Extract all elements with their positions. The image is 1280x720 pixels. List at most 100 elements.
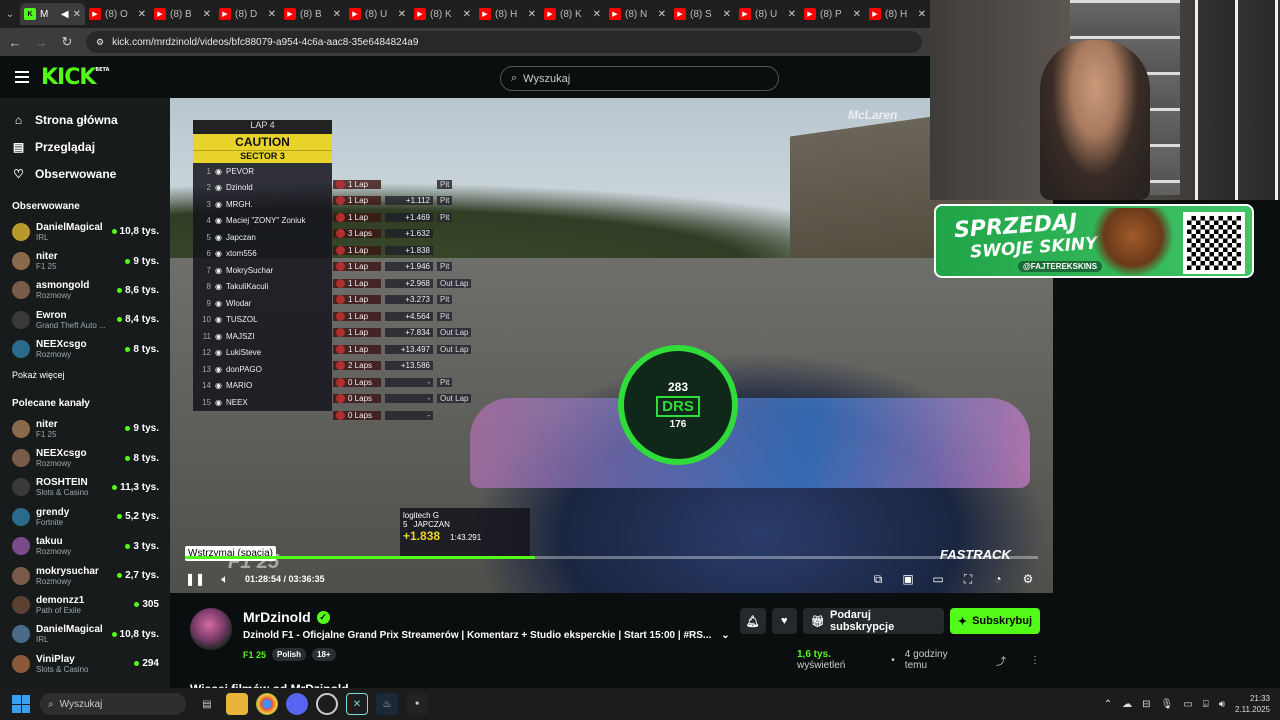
video-player[interactable]: McLaren 283 DRS 176 LAP 4 CAUTION SECTOR… <box>170 98 1053 593</box>
close-icon[interactable]: ✕ <box>723 9 731 20</box>
task-view-icon[interactable]: ▤ <box>196 693 218 715</box>
browser-tab[interactable]: ▶ (8) S ✕ <box>670 3 735 25</box>
kick-logo[interactable]: KICK BETA <box>41 65 109 90</box>
volume-icon[interactable]: 🔊︎ <box>1219 699 1225 710</box>
url-field[interactable]: ⚙ kick.com/mrdzinold/videos/bfc88079-a95… <box>86 31 922 53</box>
mute-icon[interactable]: ◀ <box>61 9 69 20</box>
reload-icon[interactable]: ↻ <box>60 34 74 50</box>
nav-item[interactable]: ▤ Przeglądaj <box>0 133 170 160</box>
close-icon[interactable]: ✕ <box>268 9 276 20</box>
forward-icon[interactable]: → <box>34 35 48 50</box>
close-icon[interactable]: ✕ <box>203 9 211 20</box>
clip-icon[interactable]: ⧉ <box>868 570 888 588</box>
browser-tab[interactable]: ▶ (8) D ✕ <box>215 3 280 25</box>
search-input[interactable]: ⌕ Wyszukaj <box>500 66 779 91</box>
share-icon[interactable]: ⤴ <box>996 653 1006 668</box>
close-icon[interactable]: ✕ <box>463 9 471 20</box>
usb-icon[interactable]: ⊟ <box>1142 699 1150 710</box>
close-icon[interactable]: ✕ <box>528 9 536 20</box>
browser-tab[interactable]: ▶ (8) U ✕ <box>735 3 800 25</box>
channel-item[interactable]: mokrysuchar Rozmowy 2,7 tys. <box>0 561 170 590</box>
menu-icon[interactable] <box>15 71 29 83</box>
taskbar-search[interactable]: ⌕ Wyszukaj <box>40 693 186 715</box>
chevron-up-icon[interactable]: ⌃ <box>1104 699 1112 710</box>
steam-icon[interactable]: ♨ <box>376 693 398 715</box>
channel-item[interactable]: grendy Fortnite 5,2 tys. <box>0 502 170 531</box>
chevron-down-icon[interactable]: ⌄ <box>721 630 729 641</box>
channel-item[interactable]: Ewron Grand Theft Auto ... 8,4 tys. <box>0 305 170 334</box>
channel-item[interactable]: takuu Rozmowy 3 tys. <box>0 532 170 561</box>
close-icon[interactable]: ✕ <box>593 9 601 20</box>
notification-bell-button[interactable]: 🔔︎ <box>740 608 766 634</box>
app-icon-2[interactable]: ■ <box>406 693 428 715</box>
channel-item[interactable]: demonzz1 Path of Exile 305 <box>0 590 170 619</box>
close-icon[interactable]: ✕ <box>918 9 926 20</box>
follow-button[interactable]: ♥ <box>771 608 798 634</box>
streamer-avatar[interactable] <box>190 608 232 650</box>
channel-item[interactable]: asmongold Rozmowy 8,6 tys. <box>0 276 170 305</box>
back-icon[interactable]: ← <box>8 35 22 50</box>
speed-icon[interactable]: ◔ <box>988 570 1008 588</box>
close-icon[interactable]: ✕ <box>333 9 341 20</box>
fullscreen-icon[interactable]: ⛶ <box>958 570 978 588</box>
tab-search-icon[interactable]: ⌄ <box>0 0 20 28</box>
close-icon[interactable]: ✕ <box>73 9 81 20</box>
nav-item[interactable]: ⌂ Strona główna <box>0 106 170 133</box>
browser-tab[interactable]: ▶ (8) U ✕ <box>345 3 410 25</box>
progress-bar[interactable] <box>185 556 1038 559</box>
nav-item[interactable]: ♡ Obserwowane <box>0 160 170 187</box>
channel-item[interactable]: ViniPlay Slots & Casino 294 <box>0 649 170 678</box>
pause-button[interactable]: ❚❚ <box>185 570 205 588</box>
browser-tab[interactable]: ▶ (8) O ✕ <box>85 3 150 25</box>
close-icon[interactable]: ✕ <box>138 9 146 20</box>
discord-icon[interactable] <box>286 693 308 715</box>
browser-tab[interactable]: ▶ (8) K ✕ <box>410 3 475 25</box>
site-info-icon[interactable]: ⚙ <box>96 37 104 48</box>
channel-item[interactable]: NEEXcsgo Rozmowy 8 tys. <box>0 335 170 364</box>
system-tray: ⌃ ☁ ⊟ 🎙︎ ▭ ⌸ 🔊︎ 21:33 2.11.2025 <box>1104 693 1280 715</box>
subscribe-button[interactable]: ✦ Subskrybuj <box>949 608 1040 634</box>
show-more-link[interactable]: Pokaż więcej <box>0 370 170 384</box>
network-icon[interactable]: ⌸ <box>1203 699 1209 710</box>
close-icon[interactable]: ✕ <box>788 9 796 20</box>
volume-icon[interactable]: 🔈︎ <box>215 570 235 588</box>
tag-language[interactable]: Polish <box>272 648 307 661</box>
channel-item[interactable]: DanielMagical IRL 10,8 tys. <box>0 620 170 649</box>
channel-item[interactable]: ROSHTEIN Slots & Casino 11,3 tys. <box>0 473 170 502</box>
browser-tab[interactable]: ▶ (8) P ✕ <box>800 3 865 25</box>
clock[interactable]: 21:33 2.11.2025 <box>1235 693 1270 715</box>
browser-tab[interactable]: ▶ (8) B ✕ <box>280 3 345 25</box>
channel-item[interactable]: DanielMagical IRL 10,8 tys. <box>0 217 170 246</box>
microphone-icon[interactable]: 🎙︎ <box>1161 699 1174 710</box>
file-explorer-icon[interactable] <box>226 693 248 715</box>
cloud-icon[interactable]: ☁ <box>1122 699 1132 710</box>
verified-icon: ✓ <box>316 610 330 624</box>
theater-mode-icon[interactable]: ▭ <box>928 570 948 588</box>
browser-tab[interactable]: ▶ (8) K ✕ <box>540 3 605 25</box>
browser-tab[interactable]: ▶ (8) N ✕ <box>605 3 670 25</box>
display-icon[interactable]: ▭ <box>1183 699 1192 710</box>
app-icon[interactable]: ✕ <box>346 693 368 715</box>
settings-icon[interactable]: ⚙ <box>1018 570 1038 588</box>
channel-category: Rozmowy <box>36 291 72 301</box>
browser-tab[interactable]: ▶ (8) H ✕ <box>865 3 930 25</box>
channel-item[interactable]: niter F1 25 9 tys. <box>0 414 170 443</box>
streamer-name[interactable]: MrDzinold <box>243 609 311 625</box>
category-link[interactable]: F1 25 <box>243 650 266 660</box>
pip-icon[interactable]: ▣ <box>898 570 918 588</box>
more-options-icon[interactable]: ⋮ <box>1030 655 1040 666</box>
chrome-icon[interactable] <box>256 693 278 715</box>
close-icon[interactable]: ✕ <box>398 9 406 20</box>
browser-tab[interactable]: K M ◀ ✕ <box>20 3 85 25</box>
close-icon[interactable]: ✕ <box>853 9 861 20</box>
obs-icon[interactable] <box>316 693 338 715</box>
channel-item[interactable]: niter F1 25 9 tys. <box>0 246 170 275</box>
gift-subscription-button[interactable]: 🎁︎ Podaruj subskrypcje <box>803 608 944 634</box>
channel-item[interactable]: NEEXcsgo Rozmowy 8 tys. <box>0 443 170 472</box>
start-icon[interactable] <box>12 695 30 713</box>
browser-tab[interactable]: ▶ (8) B ✕ <box>150 3 215 25</box>
browser-tab[interactable]: ▶ (8) H ✕ <box>475 3 540 25</box>
tag-age[interactable]: 18+ <box>312 648 336 661</box>
standing-gap: +1.632 <box>385 229 433 239</box>
close-icon[interactable]: ✕ <box>658 9 666 20</box>
